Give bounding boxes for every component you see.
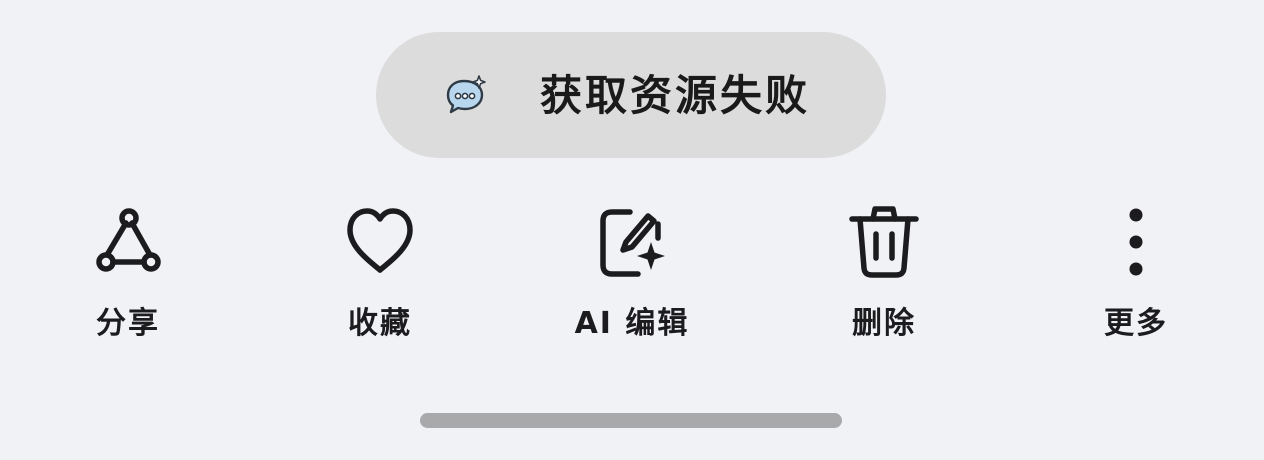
trash-icon: [849, 206, 919, 278]
heart-icon: [347, 208, 413, 273]
more-vertical-icon: [1129, 208, 1143, 276]
ai-edit-button[interactable]: AI 编辑: [552, 204, 712, 344]
ai-edit-icon: [600, 209, 665, 277]
more-button[interactable]: 更多: [1056, 204, 1216, 344]
share-label: 分享: [96, 306, 160, 341]
share-button[interactable]: 分享: [48, 204, 208, 344]
delete-button[interactable]: 删除: [804, 204, 964, 344]
share-icon: [96, 208, 161, 272]
chat-bubble-sparkle-icon: [446, 75, 486, 114]
more-label: 更多: [1104, 306, 1168, 341]
delete-label: 删除: [852, 306, 916, 341]
toast-message: 获取资源失败: [540, 71, 811, 120]
favorite-button[interactable]: 收藏: [300, 204, 460, 344]
favorite-label: 收藏: [348, 306, 412, 341]
ai-edit-label: AI 编辑: [574, 306, 690, 341]
home-indicator[interactable]: [420, 413, 842, 428]
